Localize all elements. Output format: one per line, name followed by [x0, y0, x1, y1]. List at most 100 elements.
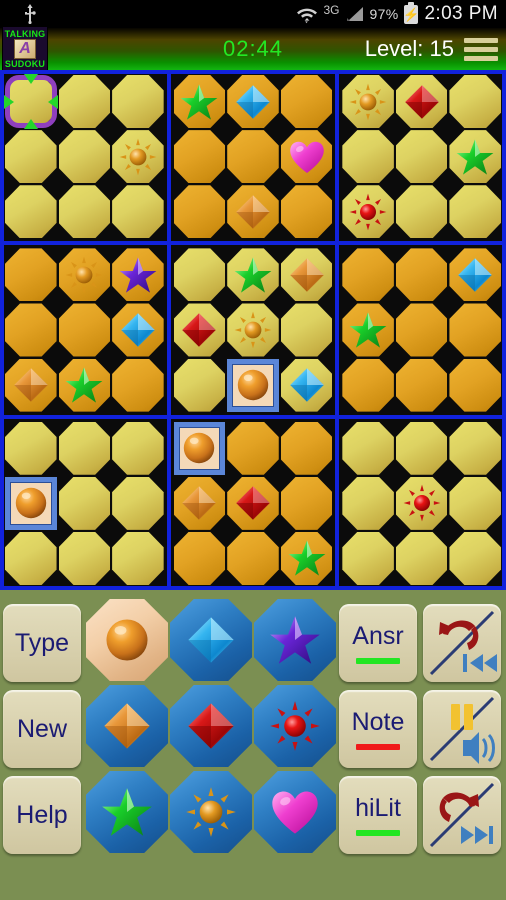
board-cell[interactable]	[58, 129, 112, 184]
symbol-button-star-green[interactable]	[86, 771, 168, 853]
board-cell[interactable]	[173, 476, 227, 531]
sudoku-board[interactable]	[0, 70, 506, 590]
help-button[interactable]: Help	[3, 776, 81, 854]
pause-sound-button[interactable]	[423, 690, 501, 768]
board-cell[interactable]	[341, 531, 395, 586]
board-cell[interactable]	[173, 129, 227, 184]
board-cell[interactable]	[58, 421, 112, 476]
board-cell[interactable]	[4, 184, 58, 239]
board-cell-selected[interactable]	[226, 358, 280, 413]
symbol-button-ball-orange[interactable]	[86, 599, 168, 681]
board-cell[interactable]	[395, 531, 449, 586]
board-cell[interactable]	[58, 184, 112, 239]
board-cell[interactable]	[4, 531, 58, 586]
board-cell[interactable]	[4, 358, 58, 413]
board-cell[interactable]	[395, 247, 449, 302]
board-cell[interactable]	[280, 358, 334, 413]
board-cell[interactable]	[226, 421, 280, 476]
board-cell[interactable]	[448, 476, 502, 531]
new-button[interactable]: New	[3, 690, 81, 768]
board-cell[interactable]	[341, 74, 395, 129]
board-cell[interactable]	[4, 129, 58, 184]
board-cell[interactable]	[395, 421, 449, 476]
board-cell[interactable]	[280, 531, 334, 586]
board-cell[interactable]	[226, 476, 280, 531]
board-cell[interactable]	[58, 302, 112, 357]
board-cell[interactable]	[111, 421, 165, 476]
board-cell[interactable]	[111, 74, 165, 129]
board-cell[interactable]	[448, 247, 502, 302]
board-cell[interactable]	[111, 476, 165, 531]
board-cell[interactable]	[280, 421, 334, 476]
board-cell[interactable]	[58, 74, 112, 129]
board-cell[interactable]	[448, 74, 502, 129]
board-cell[interactable]	[173, 531, 227, 586]
board-cell[interactable]	[341, 247, 395, 302]
board-cell[interactable]	[111, 302, 165, 357]
symbol-button-star-purple[interactable]	[254, 599, 336, 681]
board-cell[interactable]	[4, 302, 58, 357]
board-cell[interactable]	[448, 129, 502, 184]
board-cell[interactable]	[58, 358, 112, 413]
board-cell[interactable]	[111, 358, 165, 413]
board-cell[interactable]	[448, 358, 502, 413]
board-cell[interactable]	[226, 302, 280, 357]
board-cell[interactable]	[341, 129, 395, 184]
board-cell-cursor[interactable]	[4, 74, 58, 130]
highlight-mode-button[interactable]: hiLit	[339, 776, 417, 854]
symbol-button-diamond-orange[interactable]	[86, 685, 168, 767]
board-cell[interactable]	[280, 302, 334, 357]
board-cell[interactable]	[173, 302, 227, 357]
board-cell[interactable]	[341, 358, 395, 413]
symbol-button-diamond-red[interactable]	[170, 685, 252, 767]
symbol-button-sun-red[interactable]	[254, 685, 336, 767]
board-cell[interactable]	[341, 421, 395, 476]
note-mode-button[interactable]: Note	[339, 690, 417, 768]
board-cell[interactable]	[226, 531, 280, 586]
board-cell[interactable]	[173, 358, 227, 413]
board-cell[interactable]	[173, 74, 227, 129]
board-cell[interactable]	[226, 184, 280, 239]
hamburger-menu-icon[interactable]	[464, 37, 498, 61]
board-cell[interactable]	[448, 302, 502, 357]
board-cell[interactable]	[173, 184, 227, 239]
board-cell[interactable]	[395, 476, 449, 531]
board-cell[interactable]	[280, 74, 334, 129]
board-cell[interactable]	[341, 476, 395, 531]
board-cell-selected[interactable]	[4, 476, 58, 531]
board-cell[interactable]	[448, 184, 502, 239]
board-cell[interactable]	[58, 476, 112, 531]
board-cell[interactable]	[111, 531, 165, 586]
board-cell-selected[interactable]	[173, 421, 227, 476]
board-cell[interactable]	[280, 184, 334, 239]
symbol-button-sun-orange[interactable]	[170, 771, 252, 853]
symbol-button-diamond-blue[interactable]	[170, 599, 252, 681]
board-cell[interactable]	[395, 358, 449, 413]
board-cell[interactable]	[448, 531, 502, 586]
board-cell[interactable]	[395, 302, 449, 357]
board-cell[interactable]	[58, 247, 112, 302]
board-cell[interactable]	[111, 247, 165, 302]
board-cell[interactable]	[341, 302, 395, 357]
board-cell[interactable]	[173, 247, 227, 302]
board-cell[interactable]	[4, 247, 58, 302]
symbol-button-heart-pink[interactable]	[254, 771, 336, 853]
board-cell[interactable]	[4, 421, 58, 476]
board-cell[interactable]	[226, 247, 280, 302]
board-cell[interactable]	[111, 129, 165, 184]
board-cell[interactable]	[280, 129, 334, 184]
board-cell[interactable]	[280, 476, 334, 531]
board-cell[interactable]	[280, 247, 334, 302]
board-cell[interactable]	[111, 184, 165, 239]
board-cell[interactable]	[395, 184, 449, 239]
redo-forward-button[interactable]	[423, 776, 501, 854]
answer-mode-button[interactable]: Ansr	[339, 604, 417, 682]
board-cell[interactable]	[226, 129, 280, 184]
type-button[interactable]: Type	[3, 604, 81, 682]
board-cell[interactable]	[58, 531, 112, 586]
app-logo[interactable]: TALKING A SUDOKU	[2, 26, 48, 72]
board-cell[interactable]	[448, 421, 502, 476]
board-cell[interactable]	[226, 74, 280, 129]
board-cell[interactable]	[341, 184, 395, 239]
board-cell[interactable]	[395, 129, 449, 184]
